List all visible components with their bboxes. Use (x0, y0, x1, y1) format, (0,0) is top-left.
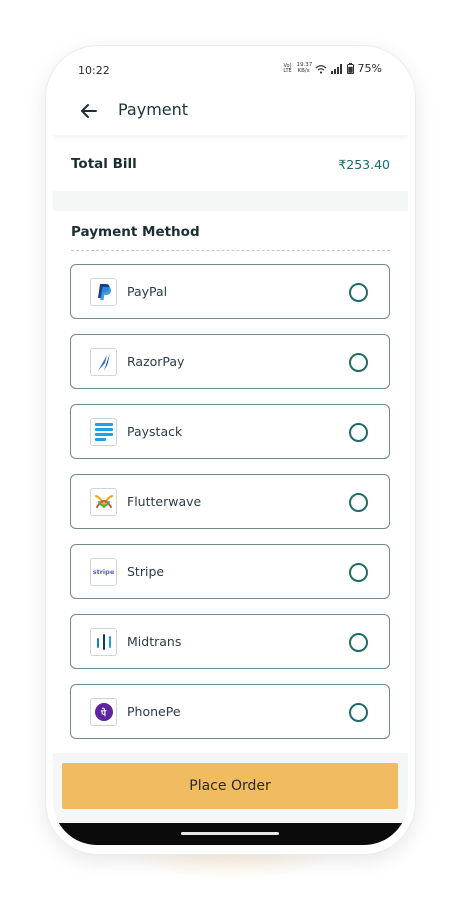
payment-option-stripe[interactable]: stripe Stripe (70, 544, 390, 599)
flutterwave-logo-icon (94, 494, 113, 509)
payment-option-label: Paystack (127, 424, 183, 439)
radio-button[interactable] (349, 563, 368, 582)
stripe-logo-icon: stripe (92, 568, 115, 576)
radio-button[interactable] (349, 633, 368, 652)
radio-button[interactable] (349, 353, 368, 372)
status-indicators: Vo) LTE 19.37 KB/s 75% (283, 62, 382, 75)
payment-option-label: Flutterwave (127, 494, 202, 509)
radio-button[interactable] (349, 493, 368, 512)
paypal-logo-icon (97, 284, 111, 300)
phonepe-logo-icon: पे (94, 703, 113, 721)
status-bar: 10:22 Vo) LTE 19.37 KB/s 75% (53, 53, 408, 87)
razorpay-logo-icon (97, 353, 110, 371)
payment-method-title: Payment Method (71, 224, 200, 240)
section-separator (53, 191, 408, 211)
radio-button[interactable] (349, 703, 368, 722)
battery-icon (346, 63, 354, 74)
radio-button[interactable] (349, 283, 368, 302)
place-order-button[interactable]: Place Order (62, 763, 398, 809)
payment-option-razorpay[interactable]: RazorPay (70, 334, 390, 389)
signal-icon (330, 63, 342, 74)
system-nav-bar (53, 823, 408, 845)
payment-method-list: PayPal RazorPay Paystack Flutterwave str… (70, 264, 391, 754)
app-screen: 10:22 Vo) LTE 19.37 KB/s 75% Payment Tot… (53, 53, 408, 845)
status-time: 10:22 (78, 64, 110, 77)
battery-percent: 75% (357, 62, 382, 75)
payment-option-label: PayPal (127, 284, 168, 299)
payment-option-label: Stripe (127, 564, 165, 579)
phonepe-logo-text: पे (100, 708, 107, 719)
payment-option-label: RazorPay (127, 354, 185, 369)
home-indicator[interactable] (181, 832, 279, 835)
network-speed-unit: KB/s (297, 67, 310, 74)
total-bill-label: Total Bill (71, 156, 137, 172)
total-bill-amount: ₹253.40 (338, 157, 390, 172)
payment-option-paypal[interactable]: PayPal (70, 264, 390, 319)
network-speed: 19.37 KB/s (297, 62, 313, 74)
payment-option-phonepe[interactable]: पे PhonePe (70, 684, 390, 739)
network-type: Vo) LTE (283, 62, 292, 74)
total-bill-row: Total Bill ₹253.40 (53, 143, 408, 191)
payment-option-paystack[interactable]: Paystack (70, 404, 390, 459)
dashed-divider (71, 250, 390, 251)
page-title: Payment (118, 100, 189, 119)
payment-option-midtrans[interactable]: Midtrans (70, 614, 390, 669)
payment-option-label: PhonePe (127, 704, 181, 719)
back-arrow-icon[interactable] (77, 99, 101, 123)
midtrans-logo-icon (96, 634, 111, 650)
payment-option-flutterwave[interactable]: Flutterwave (70, 474, 390, 529)
radio-button[interactable] (349, 423, 368, 442)
payment-option-label: Midtrans (127, 634, 182, 649)
paystack-logo-icon (94, 423, 113, 441)
wifi-icon (315, 64, 326, 74)
app-bar: Payment (53, 87, 408, 135)
